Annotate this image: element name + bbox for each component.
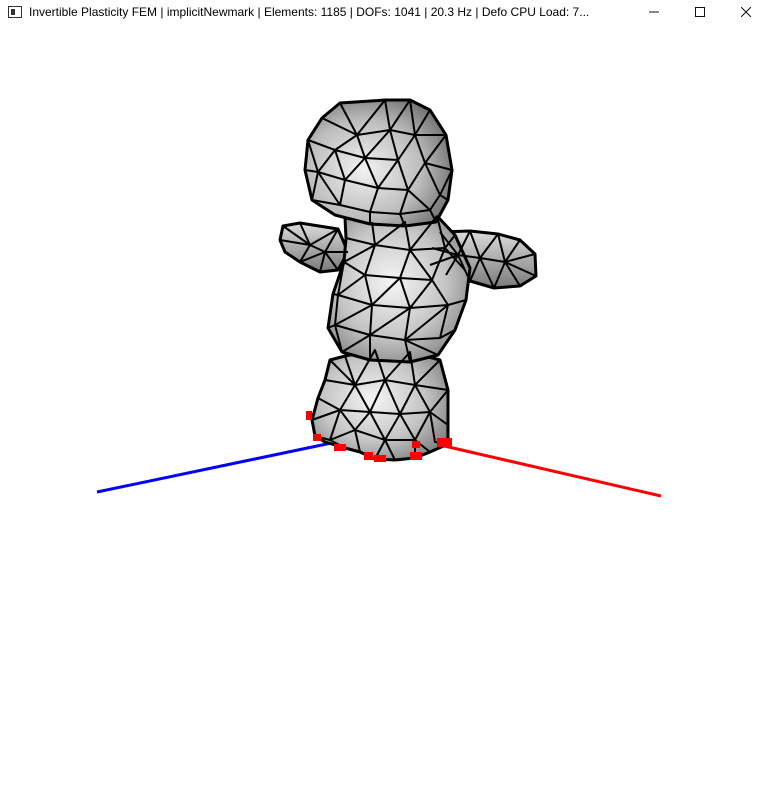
app-icon	[8, 5, 22, 18]
window-title: Invertible Plasticity FEM | implicitNewm…	[29, 4, 590, 19]
mesh-head	[303, 98, 454, 228]
fixed-vertex	[364, 452, 373, 460]
window-controls	[631, 0, 769, 23]
fixed-vertex	[313, 434, 321, 441]
fixed-vertex	[412, 441, 420, 448]
minimize-button[interactable]	[631, 0, 677, 23]
axis-z	[96, 435, 361, 494]
axis-x	[439, 443, 662, 498]
minimize-icon	[649, 11, 659, 12]
render-viewport[interactable]	[0, 23, 769, 792]
close-button[interactable]	[723, 0, 769, 23]
fixed-vertex	[437, 438, 452, 447]
title-bar[interactable]: Invertible Plasticity FEM | implicitNewm…	[0, 0, 769, 24]
scene-canvas[interactable]	[0, 23, 769, 792]
fixed-vertex	[410, 452, 422, 460]
fixed-vertex	[334, 444, 346, 451]
maximize-icon	[695, 6, 705, 17]
fixed-vertex	[306, 411, 312, 420]
fixed-vertex	[374, 455, 386, 462]
close-icon	[741, 6, 751, 17]
app-window: Invertible Plasticity FEM | implicitNewm…	[0, 0, 769, 792]
deformable-mesh[interactable]	[278, 98, 538, 462]
maximize-button[interactable]	[677, 0, 723, 23]
